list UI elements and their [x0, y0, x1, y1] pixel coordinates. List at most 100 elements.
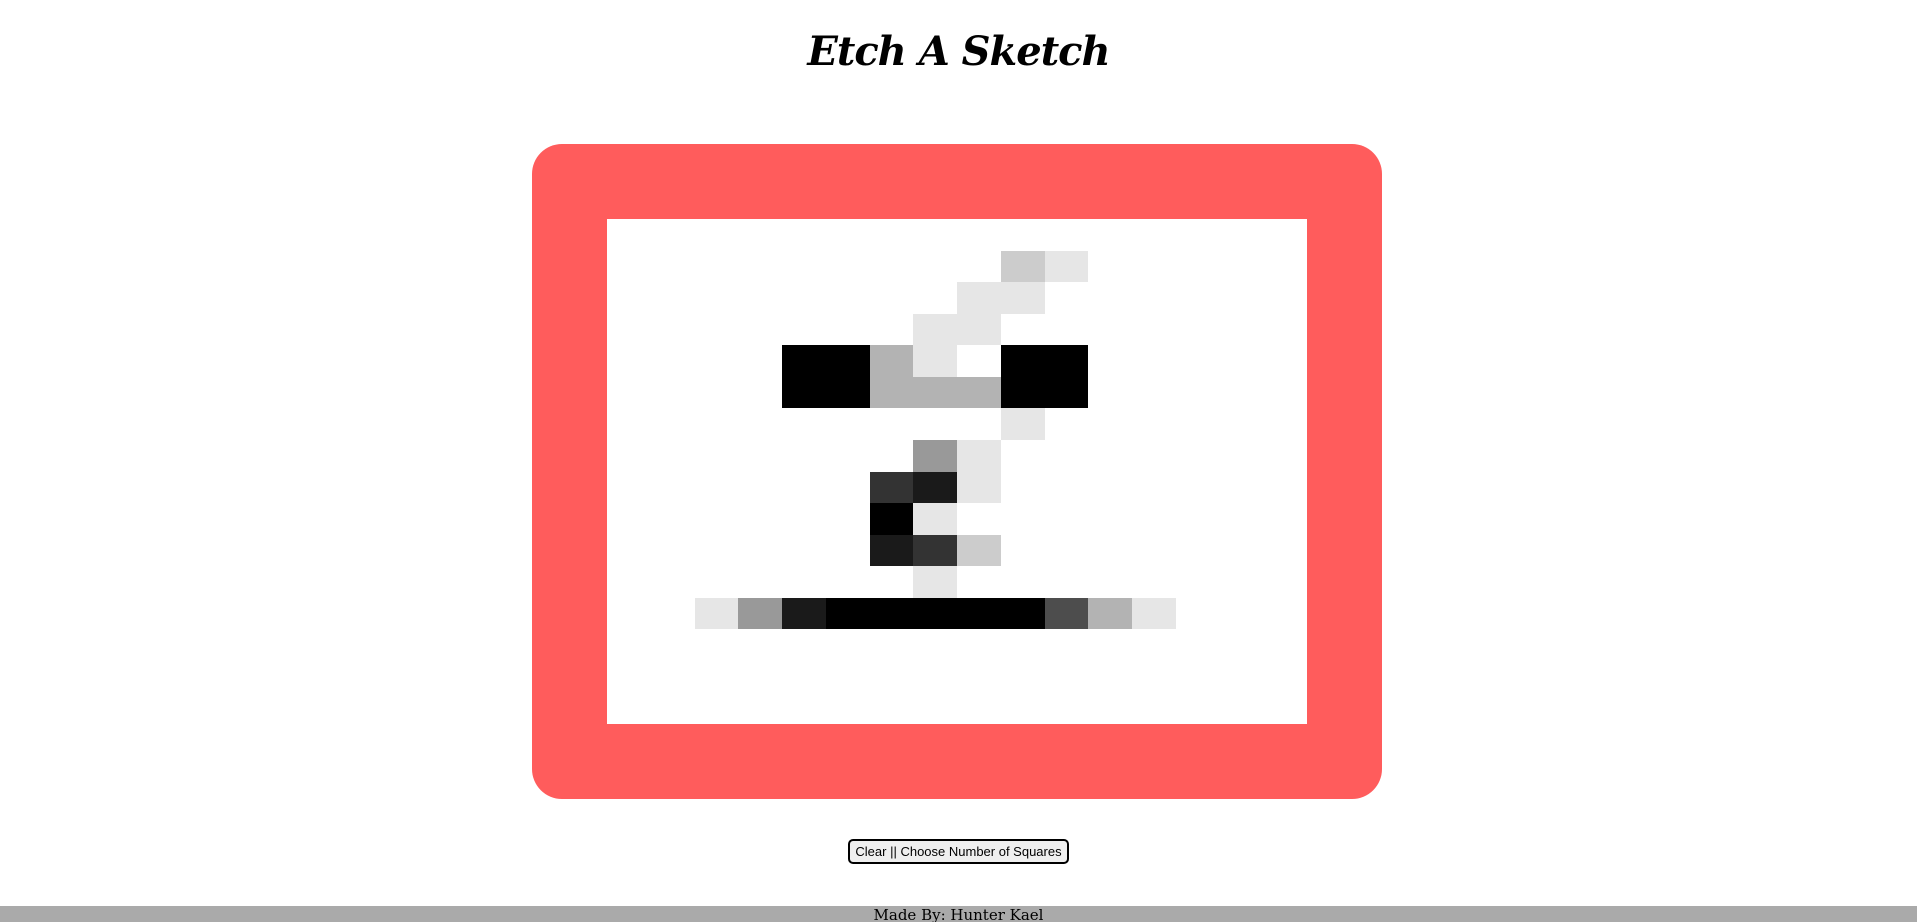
grid-cell[interactable] — [1263, 377, 1307, 409]
grid-cell[interactable] — [738, 219, 782, 251]
grid-cell[interactable] — [826, 408, 870, 440]
grid-cell[interactable] — [957, 313, 1001, 346]
grid-cell[interactable] — [1001, 692, 1045, 724]
grid-cell[interactable] — [913, 503, 957, 535]
grid-cell[interactable] — [1220, 598, 1264, 630]
grid-cell[interactable] — [738, 440, 782, 472]
grid-cell[interactable] — [1263, 314, 1307, 346]
grid-cell[interactable] — [782, 314, 826, 346]
grid-cell[interactable] — [869, 471, 914, 504]
grid-cell[interactable] — [957, 408, 1001, 440]
grid-cell[interactable] — [1263, 503, 1307, 535]
grid-cell[interactable] — [957, 692, 1001, 724]
grid-cell[interactable] — [826, 282, 870, 314]
grid-cell[interactable] — [1132, 629, 1176, 661]
grid-cell[interactable] — [913, 219, 957, 251]
grid-cell[interactable] — [738, 345, 782, 377]
grid-cell[interactable] — [1045, 661, 1089, 693]
grid-cell[interactable] — [1088, 408, 1132, 440]
grid-cell[interactable] — [1132, 219, 1176, 251]
grid-cell[interactable] — [826, 503, 870, 535]
grid-cell[interactable] — [695, 566, 739, 598]
grid-cell[interactable] — [1088, 251, 1132, 283]
grid-cell[interactable] — [826, 566, 870, 598]
grid-cell[interactable] — [695, 282, 739, 314]
grid-cell[interactable] — [1044, 250, 1089, 283]
grid-cell[interactable] — [1045, 408, 1089, 440]
grid-cell[interactable] — [957, 282, 1001, 314]
grid-cell[interactable] — [1176, 566, 1220, 598]
grid-cell[interactable] — [870, 440, 914, 472]
grid-cell[interactable] — [1176, 345, 1220, 377]
grid-cell[interactable] — [1045, 472, 1089, 504]
grid-cell[interactable] — [695, 503, 739, 535]
grid-cell[interactable] — [1088, 629, 1132, 661]
grid-cell[interactable] — [1176, 408, 1220, 440]
grid-cell[interactable] — [1000, 282, 1045, 314]
grid-cell[interactable] — [869, 597, 914, 630]
grid-cell[interactable] — [870, 219, 914, 251]
grid-cell[interactable] — [1176, 472, 1220, 504]
grid-cell[interactable] — [782, 692, 826, 724]
grid-cell[interactable] — [1263, 408, 1307, 440]
grid-cell[interactable] — [607, 408, 651, 440]
grid-cell[interactable] — [957, 661, 1001, 693]
grid-cell[interactable] — [738, 597, 782, 630]
grid-cell[interactable] — [1001, 661, 1045, 693]
grid-cell[interactable] — [1000, 250, 1045, 283]
grid-cell[interactable] — [607, 598, 651, 630]
grid-cell[interactable] — [1132, 314, 1176, 346]
grid-cell[interactable] — [1220, 472, 1264, 504]
grid-cell[interactable] — [607, 251, 651, 283]
grid-cell[interactable] — [1220, 408, 1264, 440]
grid-cell[interactable] — [870, 661, 914, 693]
grid-cell[interactable] — [1176, 377, 1220, 409]
grid-cell[interactable] — [651, 408, 695, 440]
grid-cell[interactable] — [1000, 376, 1045, 409]
grid-cell[interactable] — [1001, 535, 1045, 567]
grid-cell[interactable] — [738, 661, 782, 693]
grid-cell[interactable] — [738, 629, 782, 661]
grid-cell[interactable] — [651, 345, 695, 377]
grid-cell[interactable] — [957, 629, 1001, 661]
grid-cell[interactable] — [1000, 345, 1045, 377]
grid-cell[interactable] — [1132, 661, 1176, 693]
grid-cell[interactable] — [1220, 692, 1264, 724]
grid-cell[interactable] — [1176, 251, 1220, 283]
grid-cell[interactable] — [1176, 692, 1220, 724]
grid-cell[interactable] — [695, 377, 739, 409]
grid-cell[interactable] — [1132, 251, 1176, 283]
grid-cell[interactable] — [607, 219, 651, 251]
grid-cell[interactable] — [957, 566, 1001, 598]
grid-cell[interactable] — [695, 345, 739, 377]
grid-cell[interactable] — [913, 408, 957, 440]
grid-cell[interactable] — [1263, 566, 1307, 598]
grid-cell[interactable] — [1220, 251, 1264, 283]
grid-cell[interactable] — [1220, 219, 1264, 251]
grid-cell[interactable] — [1176, 282, 1220, 314]
grid-cell[interactable] — [1220, 661, 1264, 693]
grid-cell[interactable] — [1263, 472, 1307, 504]
grid-cell[interactable] — [1263, 535, 1307, 567]
grid-cell[interactable] — [869, 503, 914, 535]
grid-cell[interactable] — [1176, 219, 1220, 251]
grid-cell[interactable] — [1045, 219, 1089, 251]
grid-cell[interactable] — [738, 566, 782, 598]
grid-cell[interactable] — [826, 219, 870, 251]
grid-cell[interactable] — [1263, 598, 1307, 630]
grid-cell[interactable] — [1000, 408, 1045, 440]
grid-cell[interactable] — [1132, 282, 1176, 314]
grid-cell[interactable] — [1001, 629, 1045, 661]
grid-cell[interactable] — [1132, 472, 1176, 504]
grid-cell[interactable] — [695, 472, 739, 504]
grid-cell[interactable] — [607, 440, 651, 472]
grid-cell[interactable] — [870, 566, 914, 598]
grid-cell[interactable] — [825, 376, 870, 409]
grid-cell[interactable] — [913, 376, 957, 409]
grid-cell[interactable] — [694, 597, 739, 630]
grid-cell[interactable] — [1132, 345, 1176, 377]
grid-cell[interactable] — [1263, 345, 1307, 377]
grid-cell[interactable] — [1263, 282, 1307, 314]
grid-cell[interactable] — [1220, 377, 1264, 409]
grid-cell[interactable] — [695, 408, 739, 440]
